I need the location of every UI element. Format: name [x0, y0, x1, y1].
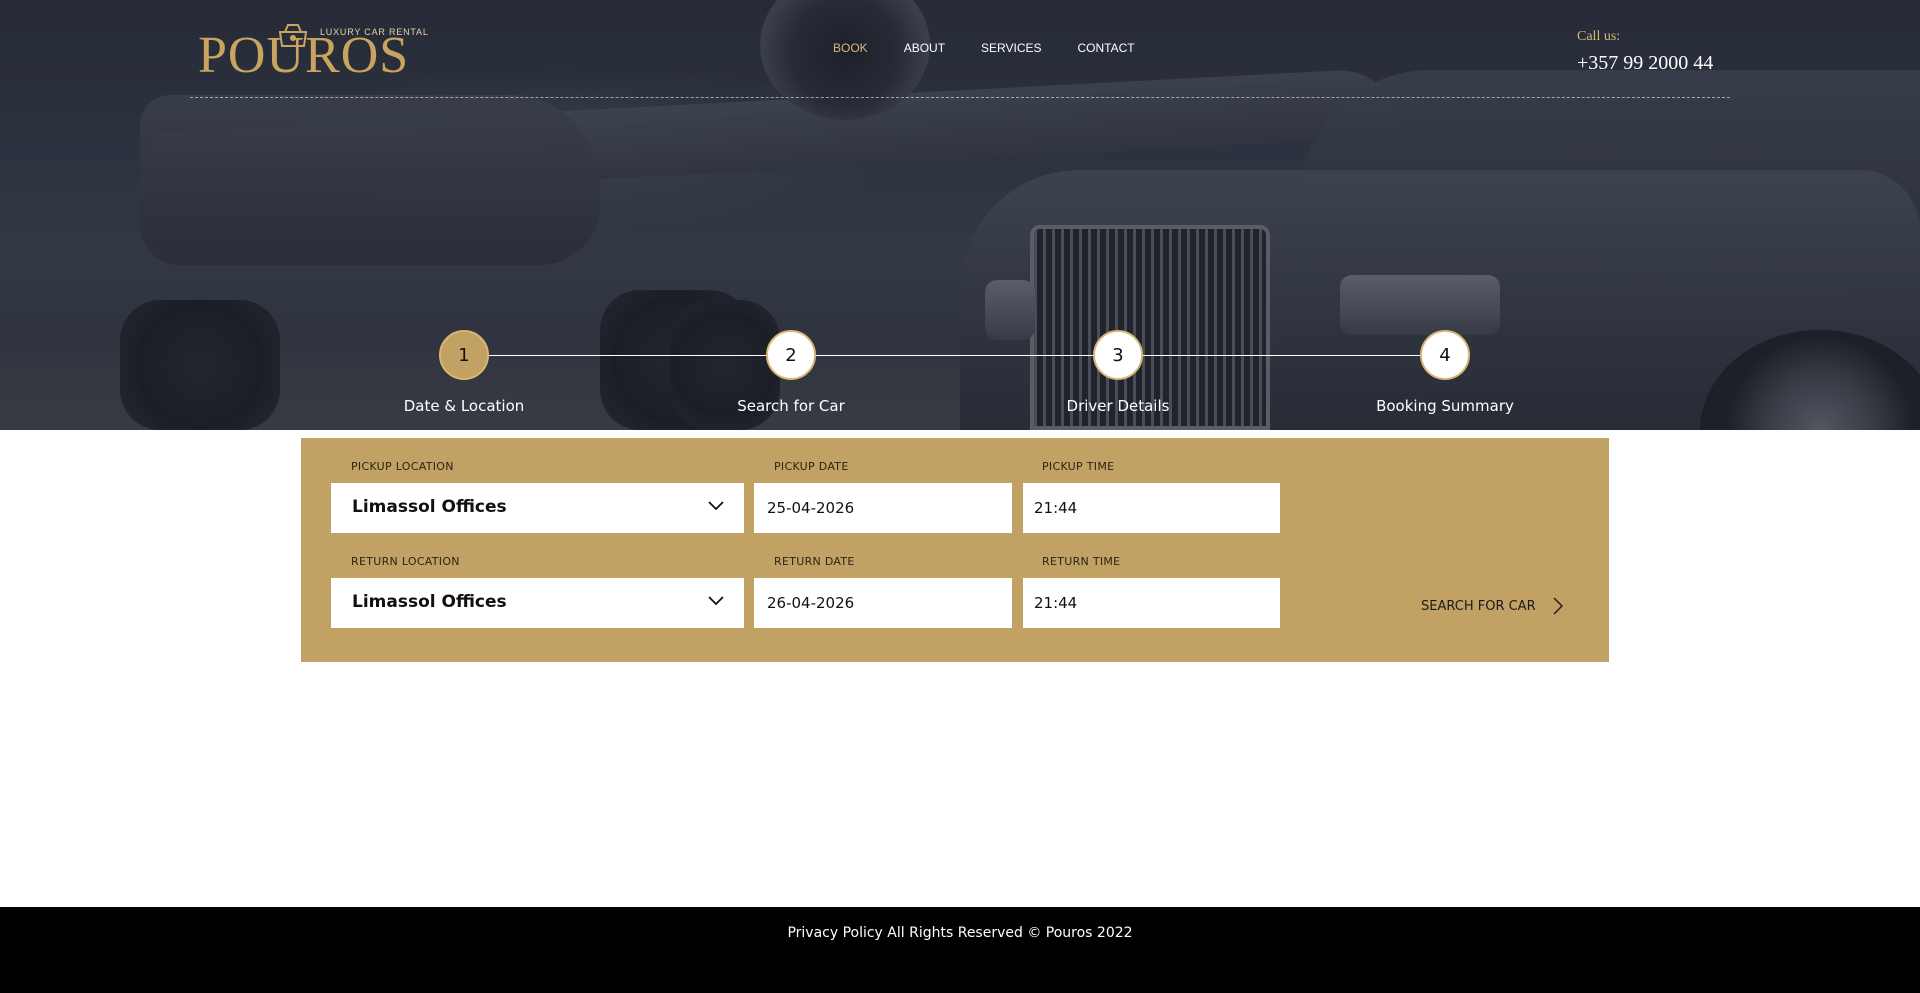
footer-copyright: Privacy Policy All Rights Reserved © Pou… [787, 925, 1133, 941]
pickup-time-label: PICKUP TIME [1042, 460, 1115, 473]
booking-form: PICKUP LOCATION Limassol Offices PICKUP … [301, 438, 1609, 662]
pickup-location-select[interactable]: Limassol Offices [331, 483, 744, 533]
return-time-label: RETURN TIME [1042, 555, 1121, 568]
progress-line [464, 355, 1444, 356]
step-3-circle[interactable]: 3 [1093, 330, 1143, 380]
pickup-location-label: PICKUP LOCATION [351, 460, 454, 473]
step-4-circle[interactable]: 4 [1420, 330, 1470, 380]
pickup-location-value: Limassol Offices [352, 497, 507, 517]
site-footer: Privacy Policy All Rights Reserved © Pou… [0, 907, 1920, 993]
logo-wordmark: POUROS [198, 27, 410, 84]
main-nav: BOOK ABOUT SERVICES CONTACT [833, 41, 1171, 55]
pickup-time-field-wrap [1023, 483, 1280, 533]
return-date-field-wrap [754, 578, 1012, 628]
step-2-label: Search for Car [737, 397, 845, 415]
step-4-label: Booking Summary [1376, 397, 1514, 415]
step-3-label: Driver Details [1066, 397, 1170, 415]
return-time-input[interactable] [1023, 578, 1280, 628]
nav-contact[interactable]: CONTACT [1078, 41, 1135, 55]
nav-services[interactable]: SERVICES [981, 41, 1041, 55]
return-location-label: RETURN LOCATION [351, 555, 460, 568]
call-us-label: Call us: [1577, 29, 1621, 44]
chevron-down-icon [708, 596, 724, 606]
header-divider [190, 97, 1730, 98]
pickup-date-input[interactable] [754, 483, 1012, 533]
return-date-input[interactable] [754, 578, 1012, 628]
nav-about[interactable]: ABOUT [904, 41, 945, 55]
chevron-right-icon [1553, 597, 1563, 615]
step-1-circle[interactable]: 1 [439, 330, 489, 380]
step-1-label: Date & Location [403, 397, 525, 415]
search-for-car-button[interactable]: SEARCH FOR CAR [1421, 594, 1564, 618]
return-time-field-wrap [1023, 578, 1280, 628]
return-location-value: Limassol Offices [352, 592, 507, 612]
search-for-car-label: SEARCH FOR CAR [1421, 598, 1536, 614]
pickup-date-label: PICKUP DATE [774, 460, 849, 473]
pickup-date-field-wrap [754, 483, 1012, 533]
phone-number-link[interactable]: +357 99 2000 44 [1577, 52, 1713, 75]
nav-book[interactable]: BOOK [833, 41, 868, 55]
chevron-down-icon [708, 501, 724, 511]
return-date-label: RETURN DATE [774, 555, 855, 568]
pickup-time-input[interactable] [1023, 483, 1280, 533]
site-logo[interactable]: LUXURY CAR RENTAL POUROS [198, 22, 428, 84]
step-2-circle[interactable]: 2 [766, 330, 816, 380]
return-location-select[interactable]: Limassol Offices [331, 578, 744, 628]
